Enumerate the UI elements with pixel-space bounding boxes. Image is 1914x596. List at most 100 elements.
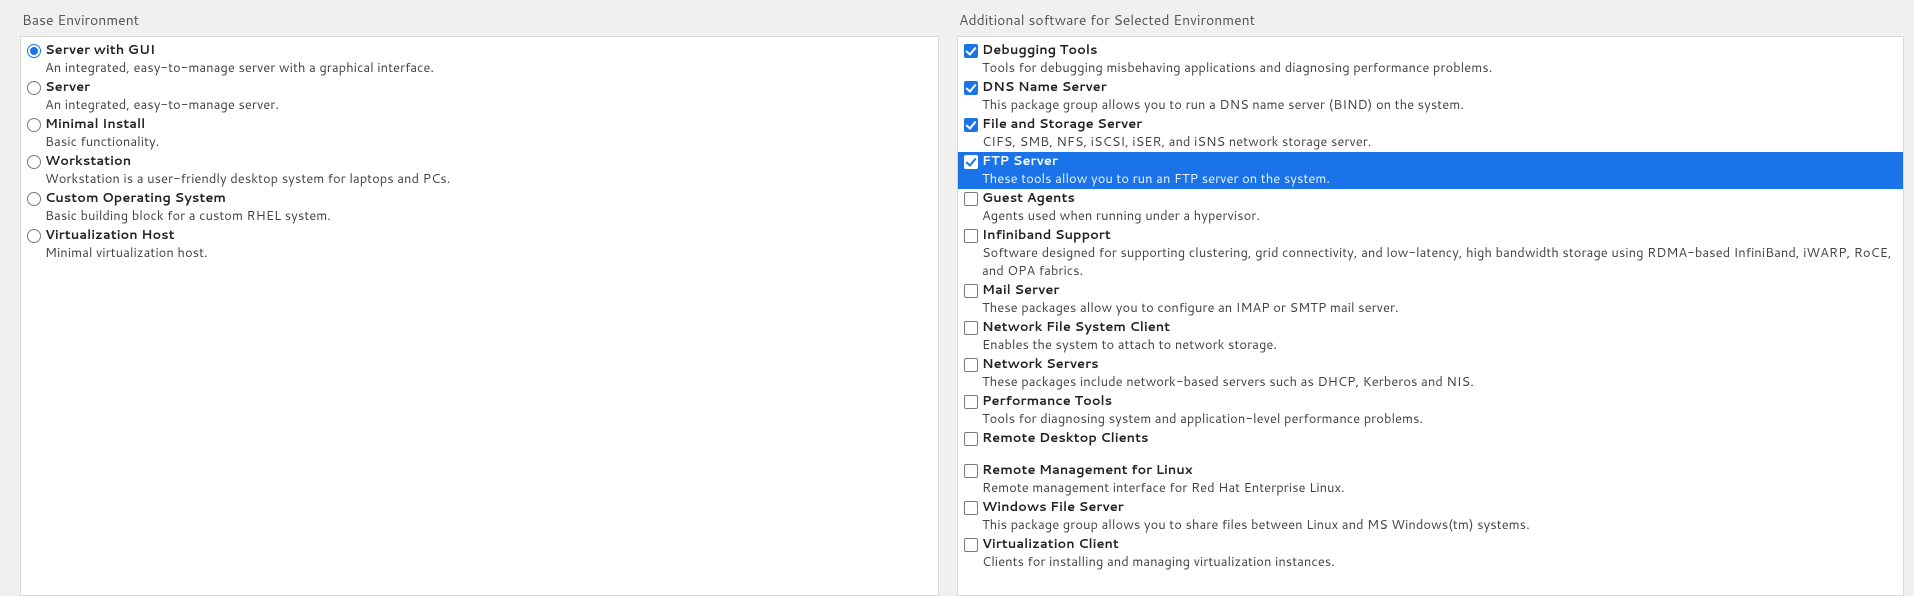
option-text: Remote Management for LinuxRemote manage…: [982, 462, 1899, 497]
option-title: Remote Desktop Clients: [982, 430, 1899, 448]
option-text: ServerAn integrated, easy-to-manage serv…: [45, 79, 934, 114]
radio-icon[interactable]: [27, 229, 41, 243]
option-text: Windows File ServerThis package group al…: [982, 499, 1899, 534]
option-title: Virtualization Host: [45, 227, 934, 245]
option-desc: These tools allow you to run an FTP serv…: [982, 171, 1899, 189]
software-selection-container: Base Environment Server with GUIAn integ…: [0, 0, 1914, 596]
checkbox-icon[interactable]: [964, 321, 978, 335]
addon-option[interactable]: Remote Desktop Clients: [958, 429, 1903, 449]
option-desc: Agents used when running under a hypervi…: [982, 208, 1899, 226]
checkbox-icon[interactable]: [964, 44, 978, 58]
addon-option[interactable]: File and Storage ServerCIFS, SMB, NFS, i…: [958, 115, 1903, 152]
radio-icon[interactable]: [27, 155, 41, 169]
addon-option[interactable]: Network File System ClientEnables the sy…: [958, 318, 1903, 355]
option-title: Guest Agents: [982, 190, 1899, 208]
option-text: Mail ServerThese packages allow you to c…: [982, 282, 1899, 317]
option-text: Server with GUIAn integrated, easy-to-ma…: [45, 42, 934, 77]
option-text: Network ServersThese packages include ne…: [982, 356, 1899, 391]
option-desc: These packages include network-based ser…: [982, 374, 1899, 392]
environment-option[interactable]: Minimal InstallBasic functionality.: [21, 115, 938, 152]
checkbox-icon[interactable]: [964, 464, 978, 478]
radio-icon[interactable]: [27, 81, 41, 95]
option-title: Network File System Client: [982, 319, 1899, 337]
addon-option[interactable]: Virtualization ClientClients for install…: [958, 535, 1903, 572]
option-title: Remote Management for Linux: [982, 462, 1899, 480]
addon-option[interactable]: Performance ToolsTools for diagnosing sy…: [958, 392, 1903, 429]
environment-option[interactable]: Custom Operating SystemBasic building bl…: [21, 189, 938, 226]
radio-icon[interactable]: [27, 44, 41, 58]
spacer: [958, 449, 1903, 461]
addon-option[interactable]: Debugging ToolsTools for debugging misbe…: [958, 41, 1903, 78]
option-text: Network File System ClientEnables the sy…: [982, 319, 1899, 354]
option-desc: Basic building block for a custom RHEL s…: [45, 208, 934, 226]
addon-option[interactable]: DNS Name ServerThis package group allows…: [958, 78, 1903, 115]
option-text: Performance ToolsTools for diagnosing sy…: [982, 393, 1899, 428]
option-title: Infiniband Support: [982, 227, 1899, 245]
addon-option[interactable]: Network ServersThese packages include ne…: [958, 355, 1903, 392]
environment-option[interactable]: ServerAn integrated, easy-to-manage serv…: [21, 78, 938, 115]
addon-option[interactable]: Windows File ServerThis package group al…: [958, 498, 1903, 535]
checkbox-icon[interactable]: [964, 284, 978, 298]
option-title: FTP Server: [982, 153, 1899, 171]
option-title: File and Storage Server: [982, 116, 1899, 134]
option-desc: Tools for debugging misbehaving applicat…: [982, 60, 1899, 78]
option-desc: Basic functionality.: [45, 134, 934, 152]
option-desc: Minimal virtualization host.: [45, 245, 934, 263]
checkbox-icon[interactable]: [964, 358, 978, 372]
option-desc: Software designed for supporting cluster…: [982, 245, 1899, 280]
addon-option[interactable]: Infiniband SupportSoftware designed for …: [958, 226, 1903, 281]
option-desc: Workstation is a user-friendly desktop s…: [45, 171, 934, 189]
option-text: Remote Desktop Clients: [982, 430, 1899, 448]
option-desc: Clients for installing and managing virt…: [982, 554, 1899, 572]
environment-option[interactable]: Virtualization HostMinimal virtualizatio…: [21, 226, 938, 263]
checkbox-icon[interactable]: [964, 538, 978, 552]
checkbox-icon[interactable]: [964, 118, 978, 132]
option-desc: Enables the system to attach to network …: [982, 337, 1899, 355]
option-text: File and Storage ServerCIFS, SMB, NFS, i…: [982, 116, 1899, 151]
addon-option[interactable]: Guest AgentsAgents used when running und…: [958, 189, 1903, 226]
option-title: DNS Name Server: [982, 79, 1899, 97]
environment-option[interactable]: Server with GUIAn integrated, easy-to-ma…: [21, 41, 938, 78]
option-title: Virtualization Client: [982, 536, 1899, 554]
environment-option[interactable]: WorkstationWorkstation is a user-friendl…: [21, 152, 938, 189]
option-text: Debugging ToolsTools for debugging misbe…: [982, 42, 1899, 77]
radio-icon[interactable]: [27, 192, 41, 206]
checkbox-icon[interactable]: [964, 155, 978, 169]
radio-icon[interactable]: [27, 118, 41, 132]
option-desc: CIFS, SMB, NFS, iSCSI, iSER, and iSNS ne…: [982, 134, 1899, 152]
base-environment-header: Base Environment: [20, 10, 939, 36]
checkbox-icon[interactable]: [964, 432, 978, 446]
checkbox-icon[interactable]: [964, 395, 978, 409]
option-text: FTP ServerThese tools allow you to run a…: [982, 153, 1899, 188]
addon-option[interactable]: Mail ServerThese packages allow you to c…: [958, 281, 1903, 318]
option-title: Performance Tools: [982, 393, 1899, 411]
option-title: Windows File Server: [982, 499, 1899, 517]
additional-software-panel: Additional software for Selected Environ…: [957, 10, 1914, 596]
option-text: Infiniband SupportSoftware designed for …: [982, 227, 1899, 280]
option-title: Workstation: [45, 153, 934, 171]
option-desc: This package group allows you to share f…: [982, 517, 1899, 535]
checkbox-icon[interactable]: [964, 229, 978, 243]
option-title: Minimal Install: [45, 116, 934, 134]
option-title: Custom Operating System: [45, 190, 934, 208]
option-desc: This package group allows you to run a D…: [982, 97, 1899, 115]
base-environment-list[interactable]: Server with GUIAn integrated, easy-to-ma…: [20, 36, 939, 596]
option-desc: Remote management interface for Red Hat …: [982, 480, 1899, 498]
option-title: Server with GUI: [45, 42, 934, 60]
option-desc: Tools for diagnosing system and applicat…: [982, 411, 1899, 429]
option-text: DNS Name ServerThis package group allows…: [982, 79, 1899, 114]
addon-option[interactable]: FTP ServerThese tools allow you to run a…: [958, 152, 1903, 189]
addon-option[interactable]: Remote Management for LinuxRemote manage…: [958, 461, 1903, 498]
checkbox-icon[interactable]: [964, 501, 978, 515]
checkbox-icon[interactable]: [964, 192, 978, 206]
checkbox-icon[interactable]: [964, 81, 978, 95]
option-title: Debugging Tools: [982, 42, 1899, 60]
option-title: Mail Server: [982, 282, 1899, 300]
option-desc: These packages allow you to configure an…: [982, 300, 1899, 318]
additional-software-list[interactable]: Debugging ToolsTools for debugging misbe…: [957, 36, 1904, 596]
option-text: WorkstationWorkstation is a user-friendl…: [45, 153, 934, 188]
option-text: Guest AgentsAgents used when running und…: [982, 190, 1899, 225]
option-title: Network Servers: [982, 356, 1899, 374]
additional-software-header: Additional software for Selected Environ…: [957, 10, 1904, 36]
option-desc: An integrated, easy-to-manage server wit…: [45, 60, 934, 78]
